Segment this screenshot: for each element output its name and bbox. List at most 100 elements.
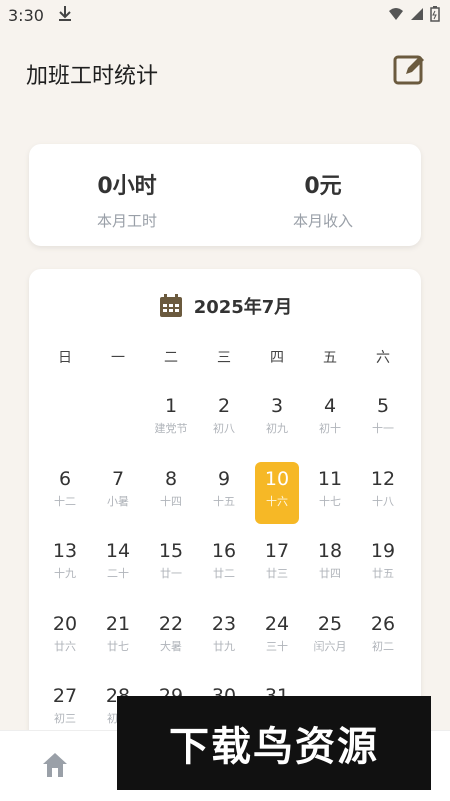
- day-number: 14: [105, 540, 131, 562]
- lunar-date: 十二: [54, 494, 76, 508]
- calendar-day[interactable]: 4 初十: [308, 389, 352, 451]
- calendar-day[interactable]: 23 廿九: [202, 607, 246, 669]
- lunar-date: 初九: [266, 422, 288, 435]
- calendar-day[interactable]: 19 廿五: [361, 534, 405, 596]
- day-number: 11: [317, 467, 343, 490]
- lunar-date: 三十: [266, 639, 288, 653]
- lunar-date: 廿一: [160, 567, 182, 580]
- calendar-day[interactable]: 3 初九: [255, 389, 299, 451]
- calendar-day[interactable]: 16 廿二: [202, 534, 246, 596]
- calendar-title: 2025年7月: [193, 297, 293, 318]
- summary-card: 0小时 本月工时 0元 本月收入: [29, 144, 421, 246]
- calendar-icon: [159, 294, 182, 317]
- lunar-date: 建党节: [154, 422, 188, 435]
- weekday-label: 日: [58, 350, 72, 366]
- weekday-label: 三: [217, 350, 231, 366]
- day-number: 15: [158, 540, 184, 562]
- income-stat: 0元 本月收入: [225, 168, 421, 231]
- wifi-icon: [389, 8, 403, 20]
- day-number: 7: [111, 467, 125, 490]
- lunar-date: 十六: [266, 494, 288, 508]
- day-number: 24: [264, 612, 290, 635]
- lunar-date: 十一: [372, 422, 394, 435]
- calendar-day[interactable]: 7 小暑: [96, 462, 140, 524]
- calendar-day[interactable]: 6 十二: [43, 462, 87, 524]
- calendar-day[interactable]: 9 十五: [202, 462, 246, 524]
- weekday-label: 六: [376, 350, 390, 366]
- lunar-date: 十四: [160, 494, 182, 508]
- lunar-date: 廿六: [54, 639, 76, 653]
- day-number: 8: [164, 467, 178, 490]
- battery-icon: [430, 6, 440, 22]
- day-number: 22: [158, 612, 184, 635]
- calendar-day[interactable]: 24 三十: [255, 607, 299, 669]
- lunar-date: 大暑: [160, 639, 182, 653]
- lunar-date: 廿七: [107, 639, 129, 653]
- status-icons: [388, 6, 440, 22]
- page-title: 加班工时统计: [26, 64, 159, 89]
- lunar-date: 十九: [54, 567, 76, 580]
- home-icon[interactable]: [40, 751, 70, 779]
- calendar-day[interactable]: 15 廿一: [149, 534, 193, 596]
- calendar-day[interactable]: 14 二十: [96, 534, 140, 596]
- day-number: 5: [376, 395, 390, 417]
- weekday-label: 二: [164, 350, 178, 366]
- lunar-date: 廿四: [319, 567, 341, 580]
- day-number: 20: [52, 612, 78, 635]
- calendar-day[interactable]: 13 十九: [43, 534, 87, 596]
- calendar-day[interactable]: 22 大暑: [149, 607, 193, 669]
- hours-label: 本月工时: [96, 212, 157, 230]
- weekday-row: 日 一 二 三 四 五 六: [39, 347, 411, 367]
- hours-value: 0小时: [97, 174, 157, 199]
- watermark: 下载鸟资源: [117, 696, 431, 790]
- day-number: 18: [317, 540, 343, 562]
- calendar-day[interactable]: 18 廿四: [308, 534, 352, 596]
- calendar-day[interactable]: 11 十七: [308, 462, 352, 524]
- calendar-day[interactable]: 21 廿七: [96, 607, 140, 669]
- weekday-label: 一: [111, 350, 125, 366]
- lunar-date: 廿九: [213, 639, 235, 653]
- app-header: 加班工时统计: [0, 40, 450, 104]
- lunar-date: 十五: [213, 494, 235, 508]
- lunar-date: 十八: [372, 494, 394, 508]
- calendar-day[interactable]: 8 十四: [149, 462, 193, 524]
- day-number: 6: [58, 467, 72, 490]
- day-number: 9: [217, 467, 231, 490]
- day-number: 10: [264, 467, 290, 490]
- calendar-day[interactable]: 20 廿六: [43, 607, 87, 669]
- calendar-day[interactable]: 5 十一: [361, 389, 405, 451]
- download-icon: [59, 6, 71, 21]
- day-number: 25: [317, 612, 343, 635]
- day-number: 27: [52, 685, 78, 707]
- calendar-day[interactable]: 25 闰六月: [308, 607, 352, 669]
- lunar-date: 初三: [54, 712, 76, 725]
- status-time: 3:30: [8, 6, 44, 25]
- day-number: 12: [370, 467, 396, 490]
- calendar-day[interactable]: 2 初八: [202, 389, 246, 451]
- lunar-date: 初八: [213, 422, 235, 435]
- lunar-date: 闰六月: [313, 639, 347, 653]
- lunar-date: 廿二: [213, 567, 235, 580]
- day-number: 1: [164, 395, 178, 417]
- day-number: 17: [264, 540, 290, 562]
- edit-icon[interactable]: [392, 52, 428, 88]
- day-number: 21: [105, 612, 131, 635]
- signal-icon: [411, 8, 423, 20]
- day-number: 4: [323, 395, 337, 417]
- calendar-day[interactable]: 10 十六: [255, 461, 299, 524]
- status-bar: 3:30: [0, 0, 450, 32]
- calendar-day[interactable]: 26 初二: [361, 607, 405, 669]
- lunar-date: 初十: [319, 422, 341, 435]
- calendar-day[interactable]: 17 廿三: [255, 534, 299, 596]
- lunar-date: 十七: [319, 494, 341, 508]
- weekday-label: 五: [323, 350, 337, 366]
- lunar-date: 廿五: [372, 567, 394, 580]
- hours-stat: 0小时 本月工时: [29, 168, 225, 231]
- calendar-day[interactable]: 1 建党节: [149, 389, 193, 451]
- income-value: 0元: [304, 174, 342, 199]
- day-number: 26: [370, 612, 396, 635]
- day-number: 3: [270, 395, 284, 417]
- weekday-label: 四: [270, 350, 284, 366]
- calendar-day[interactable]: 12 十八: [361, 462, 405, 524]
- day-number: 19: [370, 540, 396, 562]
